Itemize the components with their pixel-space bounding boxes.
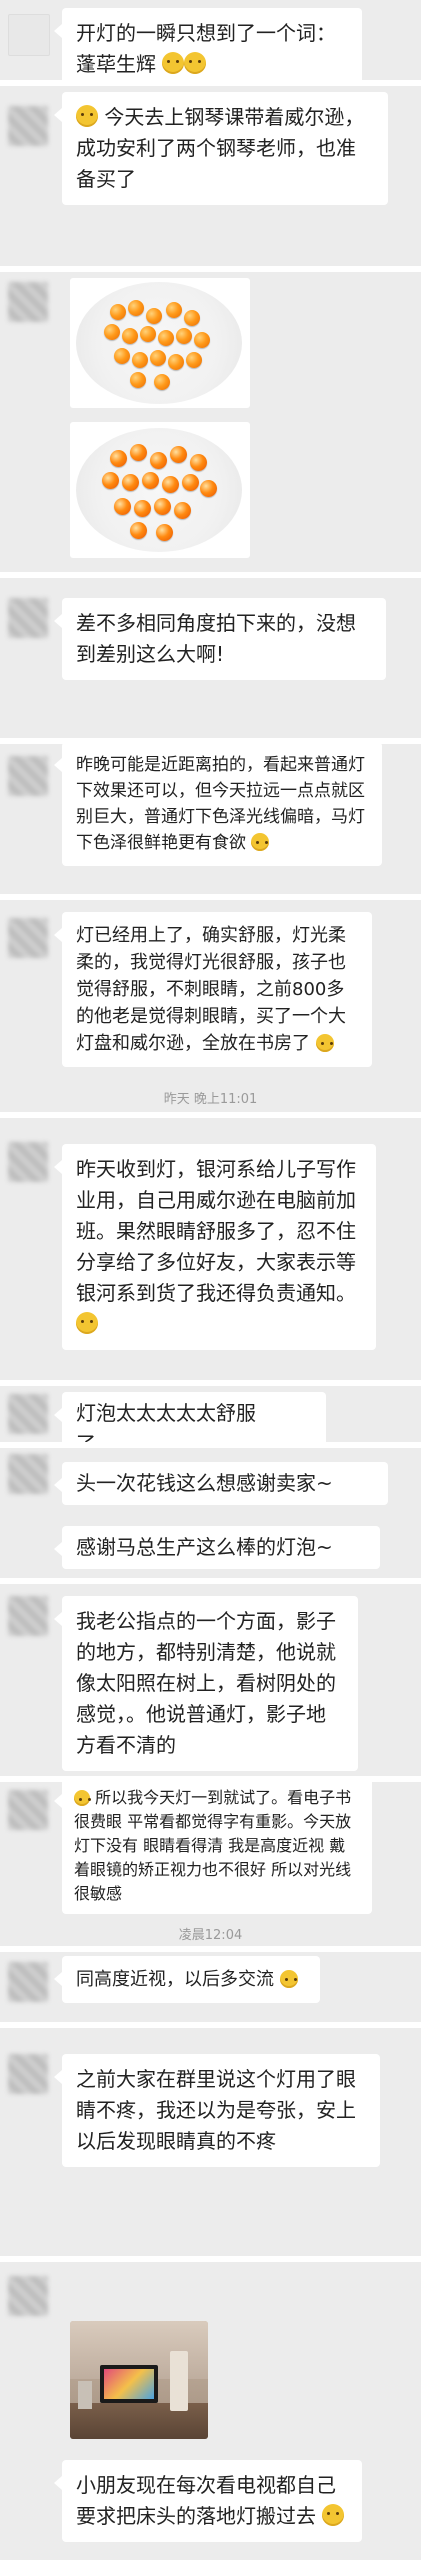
message-bubble: 所以我今天灯一到就试了。看电子书很费眼 平常看都觉得字有重影。今天放灯下没有 眼…: [54, 1782, 372, 1914]
message-bubble: 灯泡太太太太太舒服了……: [54, 1392, 326, 1442]
grinning-emoji-icon: [184, 52, 207, 74]
chat-card: 昨晚可能是近距离拍的，看起来普通灯下效果还可以，但今天拉远一点点就区别巨大，普通…: [0, 744, 421, 894]
avatar: [8, 1790, 48, 1830]
chat-card: 头一次花钱这么想感谢卖家~ 感谢马总生产这么棒的灯泡~: [0, 1448, 421, 1578]
avatar: [8, 756, 48, 796]
message-bubble: 感谢马总生产这么棒的灯泡~: [54, 1526, 380, 1569]
avatar: [8, 282, 48, 322]
grinning-emoji-icon: [251, 833, 270, 851]
avatar: [8, 598, 48, 638]
avatar: [8, 1394, 48, 1434]
photo-living-room-tv[interactable]: [70, 2321, 208, 2439]
message-text: 所以我今天灯一到就试了。看电子书很费眼 平常看都觉得字有重影。今天放灯下没有 眼…: [74, 1788, 352, 1903]
avatar: [8, 14, 50, 56]
chat-card: 我老公指点的一个方面，影子的地方，都特别清楚，他说就像太阳照在树上，看树阴处的感…: [0, 1584, 421, 1776]
chat-card: 灯已经用上了，确实舒服，灯光柔柔的，我觉得灯光很舒服，孩子也觉得舒服，不刺眼睛，…: [0, 900, 421, 1112]
photo-tomatoes-plain-light[interactable]: [70, 278, 250, 408]
avatar: [8, 106, 48, 146]
message-text: 昨天收到灯，银河系给儿子写作业用，自己用威尔逊在电脑前加班。果然眼睛舒服多了，忍…: [76, 1157, 356, 1305]
grinning-emoji-icon: [279, 1970, 298, 1988]
message-bubble: 差不多相同角度拍下来的，没想到差别这么大啊!: [54, 598, 386, 680]
message-bubble: 昨晚可能是近距离拍的，看起来普通灯下效果还可以，但今天拉远一点点就区别巨大，普通…: [54, 744, 382, 866]
message-bubble: 我老公指点的一个方面，影子的地方，都特别清楚，他说就像太阳照在树上，看树阴处的感…: [54, 1596, 358, 1771]
message-text: 感谢马总生产这么棒的灯泡~: [76, 1535, 333, 1559]
message-bubble: 今天去上钢琴课带着威尔逊，成功安利了两个钢琴老师，也准备买了: [54, 92, 388, 205]
avatar: [8, 1596, 48, 1636]
message-bubble: 同高度近视，以后多交流: [54, 1956, 320, 2003]
message-text: 小朋友现在每次看电视都自己要求把床头的落地灯搬过去: [76, 2473, 336, 2528]
avatar: [8, 2276, 48, 2316]
grinning-emoji-icon: [76, 1312, 98, 1334]
message-text: 同高度近视，以后多交流: [76, 1969, 274, 1990]
message-text: 开灯的一瞬只想到了一个词：蓬荜生辉: [76, 21, 336, 76]
message-text: 灯已经用上了，确实舒服，灯光柔柔的，我觉得灯光很舒服，孩子也觉得舒服，不刺眼睛，…: [76, 925, 346, 1054]
avatar: [8, 2054, 48, 2094]
chat-card: 昨天收到灯，银河系给儿子写作业用，自己用威尔逊在电脑前加班。果然眼睛舒服多了，忍…: [0, 1118, 421, 1380]
timestamp: 凌晨12:04: [178, 1928, 243, 1943]
grinning-emoji-icon: [76, 105, 98, 127]
avatar: [8, 918, 48, 958]
chat-card: 今天去上钢琴课带着威尔逊，成功安利了两个钢琴老师，也准备买了: [0, 86, 421, 266]
chat-card: 所以我今天灯一到就试了。看电子书很费眼 平常看都觉得字有重影。今天放灯下没有 眼…: [0, 1782, 421, 1946]
message-bubble: 灯已经用上了，确实舒服，灯光柔柔的，我觉得灯光很舒服，孩子也觉得舒服，不刺眼睛，…: [54, 912, 372, 1067]
avatar: [8, 1454, 48, 1494]
message-bubble: 之前大家在群里说这个灯用了眼睛不疼，我还以为是夸张，安上以后发现眼睛真的不疼: [54, 2054, 380, 2167]
message-text: 昨晚可能是近距离拍的，看起来普通灯下效果还可以，但今天拉远一点点就区别巨大，普通…: [76, 755, 365, 853]
message-bubble: 头一次花钱这么想感谢卖家~: [54, 1462, 388, 1505]
message-text: 今天去上钢琴课带着威尔逊，成功安利了两个钢琴老师，也准备买了: [76, 105, 365, 191]
chat-card: 灯泡太太太太太舒服了……: [0, 1386, 421, 1442]
message-text: 差不多相同角度拍下来的，没想到差别这么大啊!: [76, 611, 356, 666]
message-text: 之前大家在群里说这个灯用了眼睛不疼，我还以为是夸张，安上以后发现眼睛真的不疼: [76, 2067, 356, 2153]
grinning-emoji-icon: [74, 1790, 90, 1806]
grinning-emoji-icon: [322, 2504, 345, 2526]
grinning-emoji-icon: [315, 1034, 334, 1052]
message-text: 头一次花钱这么想感谢卖家~: [76, 1471, 333, 1495]
message-bubble: 昨天收到灯，银河系给儿子写作业用，自己用威尔逊在电脑前加班。果然眼睛舒服多了，忍…: [54, 1144, 376, 1350]
avatar: [8, 1142, 48, 1182]
chat-card: 开灯的一瞬只想到了一个词：蓬荜生辉: [0, 0, 421, 80]
message-bubble: 开灯的一瞬只想到了一个词：蓬荜生辉: [54, 8, 362, 80]
chat-card: 同高度近视，以后多交流: [0, 1952, 421, 2022]
chat-card: 差不多相同角度拍下来的，没想到差别这么大啊!: [0, 578, 421, 738]
message-text: 灯泡太太太太太舒服了……: [76, 1401, 256, 1442]
timestamp: 昨天 晚上11:01: [163, 1092, 258, 1107]
chat-card: [0, 272, 421, 572]
avatar: [8, 1962, 48, 2002]
message-bubble: 小朋友现在每次看电视都自己要求把床头的落地灯搬过去: [54, 2460, 362, 2542]
grinning-emoji-icon: [162, 52, 185, 74]
photo-tomatoes-lamp-light[interactable]: [70, 422, 250, 558]
chat-card: 之前大家在群里说这个灯用了眼睛不疼，我还以为是夸张，安上以后发现眼睛真的不疼: [0, 2028, 421, 2256]
message-text: 我老公指点的一个方面，影子的地方，都特别清楚，他说就像太阳照在树上，看树阴处的感…: [76, 1609, 336, 1757]
